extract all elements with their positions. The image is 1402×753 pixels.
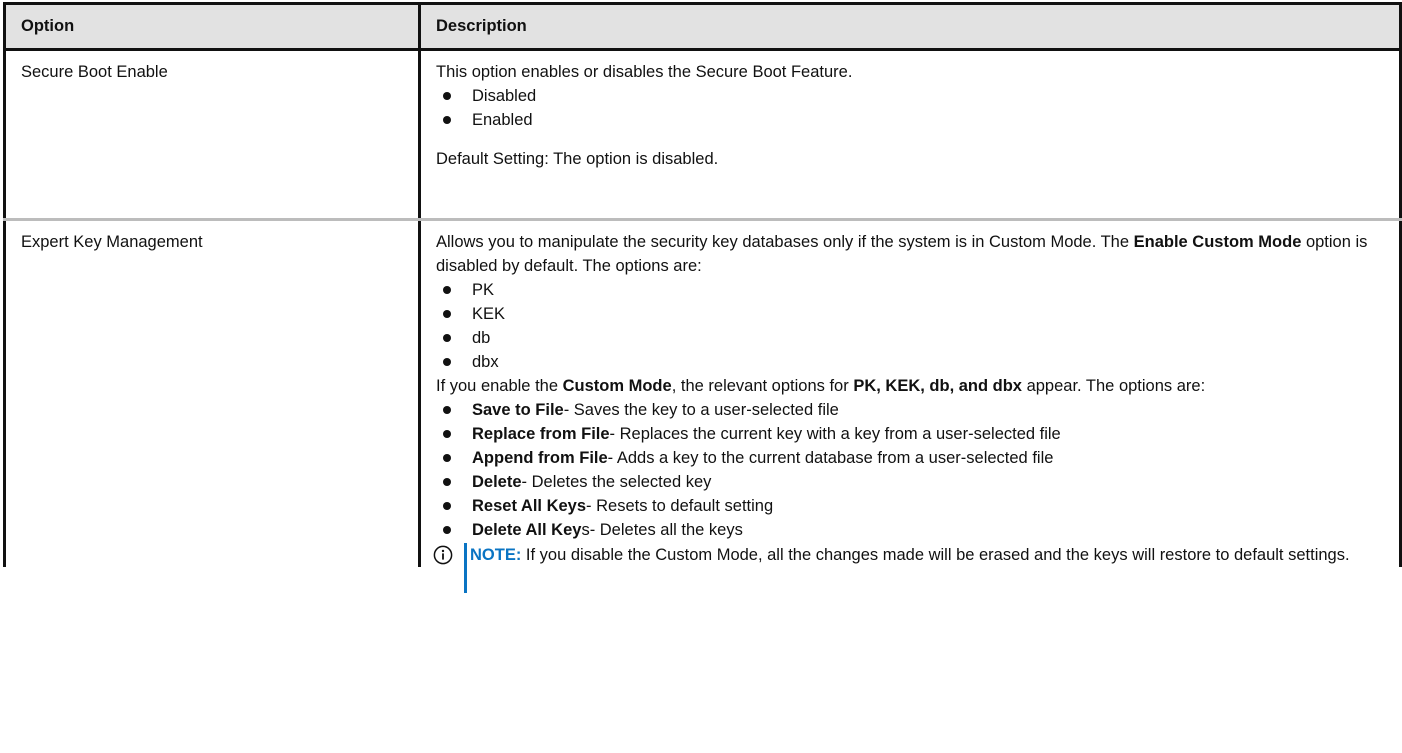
note-accent-bar <box>464 543 467 593</box>
list-item: Reset All Keys- Resets to default settin… <box>436 494 1384 518</box>
action-label: Delete <box>472 473 522 491</box>
table-row: Secure Boot Enable This option enables o… <box>3 49 1402 221</box>
custom-text: If you enable the <box>436 377 563 395</box>
action-label: Save to File <box>472 401 564 419</box>
action-description: - Deletes the selected key <box>521 473 712 491</box>
description-intro: Allows you to manipulate the security ke… <box>436 230 1384 278</box>
intro-bold-text: Enable Custom Mode <box>1133 233 1302 251</box>
action-description: s- Deletes all the keys <box>581 521 743 539</box>
description-cell-expert-key-management: Allows you to manipulate the security ke… <box>419 219 1402 593</box>
default-setting-text: Default Setting: The option is disabled. <box>436 150 719 168</box>
list-item: PK <box>436 278 1384 302</box>
info-circle-icon <box>433 545 453 565</box>
action-description: - Adds a key to the current database fro… <box>607 449 1054 467</box>
key-action-list: Save to File- Saves the key to a user-se… <box>436 398 1384 542</box>
list-item: Replace from File- Replaces the current … <box>436 422 1384 446</box>
custom-bold-text: Custom Mode <box>562 377 672 395</box>
key-database-list: PK KEK db dbx <box>436 278 1384 374</box>
note-label: NOTE: <box>470 546 522 564</box>
note-text: If you disable the Custom Mode, all the … <box>521 546 1350 564</box>
value-list: Disabled Enabled <box>436 84 1384 132</box>
list-item: KEK <box>436 302 1384 326</box>
list-item: dbx <box>436 350 1384 374</box>
custom-text-end: appear. The options are: <box>1022 377 1206 395</box>
bios-options-table-wrap: Option Description Secure Boot Enable Th… <box>3 2 1402 593</box>
list-item: Enabled <box>436 108 1384 132</box>
action-label: Delete All Key <box>472 521 582 539</box>
list-item: db <box>436 326 1384 350</box>
custom-mode-text: If you enable the Custom Mode, the relev… <box>436 374 1384 398</box>
note-callout: NOTE: If you disable the Custom Mode, al… <box>433 543 1384 593</box>
action-description: - Replaces the current key with a key fr… <box>609 425 1061 443</box>
list-item: Save to File- Saves the key to a user-se… <box>436 398 1384 422</box>
action-description: - Resets to default setting <box>586 497 774 515</box>
list-item: Delete All Keys- Deletes all the keys <box>436 518 1384 542</box>
table-row: Expert Key Management Allows you to mani… <box>3 219 1402 593</box>
list-item: Delete- Deletes the selected key <box>436 470 1384 494</box>
list-item: Disabled <box>436 84 1384 108</box>
option-name-expert-key-management: Expert Key Management <box>3 219 421 567</box>
intro-text: Allows you to manipulate the security ke… <box>436 233 1134 251</box>
custom-bold-text: PK, KEK, db, and dbx <box>853 377 1022 395</box>
bios-options-table: Option Description Secure Boot Enable Th… <box>3 2 1402 593</box>
description-intro: This option enables or disables the Secu… <box>436 63 853 81</box>
list-item: Append from File- Adds a key to the curr… <box>436 446 1384 470</box>
description-cell-secure-boot: This option enables or disables the Secu… <box>419 49 1402 221</box>
custom-text: , the relevant options for <box>671 377 854 395</box>
action-label: Replace from File <box>472 425 610 443</box>
column-header-option: Option <box>3 2 421 51</box>
action-description: - Saves the key to a user-selected file <box>563 401 839 419</box>
action-label: Append from File <box>472 449 608 467</box>
action-label: Reset All Keys <box>472 497 587 515</box>
option-name-secure-boot: Secure Boot Enable <box>3 49 421 221</box>
table-header-row: Option Description <box>3 2 1402 51</box>
column-header-description: Description <box>419 2 1402 51</box>
